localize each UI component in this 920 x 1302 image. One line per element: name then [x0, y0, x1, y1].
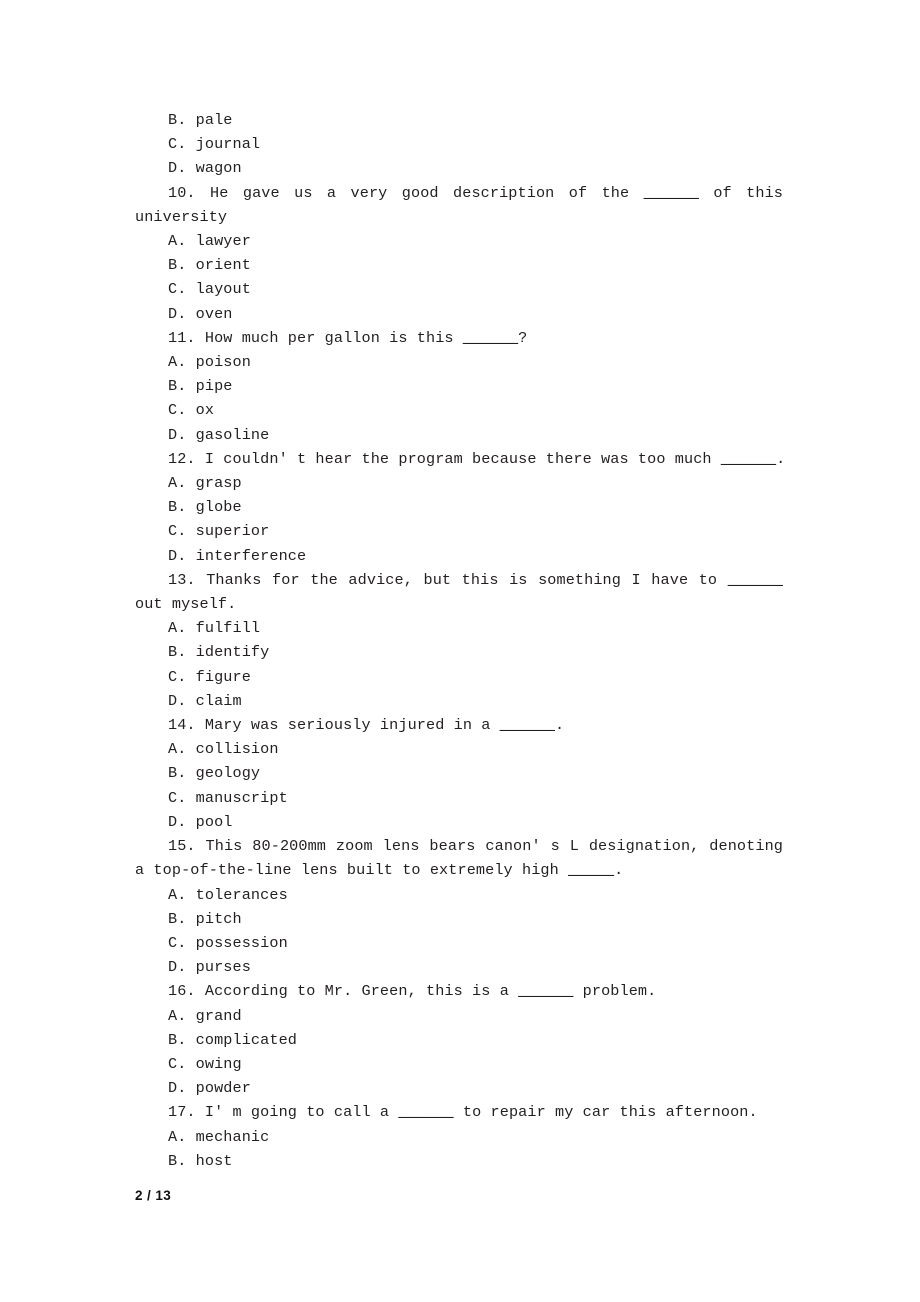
question-text: 15. This 80-200mm zoom lens bears canon'… [135, 837, 783, 880]
answer-blank: ______ [518, 982, 574, 1001]
question-line: 12. I couldn' t hear the program because… [135, 447, 786, 471]
option-line: D. interference [168, 546, 307, 565]
option-line: A. grand [168, 1006, 242, 1025]
answer-blank: ______ [499, 716, 555, 735]
option-line: D. purses [168, 958, 251, 977]
question-text-tail: . [776, 449, 786, 468]
question-line: 10. He gave us a very good description o… [135, 181, 783, 229]
question-text: 17. I' m going to call a [168, 1103, 399, 1122]
option-line: A. lawyer [168, 232, 251, 251]
question-text: 10. He gave us a very good description o… [168, 183, 644, 202]
option-line: D. oven [168, 304, 233, 323]
question-line: 17. I' m going to call a ______ to repai… [135, 1100, 783, 1124]
answer-blank: ______ [462, 328, 519, 347]
option-line: A. poison [168, 353, 251, 372]
option-line: B. orient [168, 256, 251, 275]
question-text: 11. How much per gallon is this [168, 328, 463, 347]
option-line: B. pale [168, 111, 233, 129]
option-line: D. powder [168, 1079, 251, 1098]
option-line: A. tolerances [168, 885, 288, 904]
option-line: D. wagon [168, 159, 242, 178]
option-line: A. mechanic [168, 1127, 270, 1146]
question-text-tail: out myself. [135, 595, 237, 614]
answer-blank: ______ [727, 570, 783, 589]
question-text: 12. I couldn' t hear the program because… [168, 449, 721, 468]
option-line: B. pitch [168, 909, 242, 928]
option-line: C. layout [168, 280, 251, 299]
option-line: A. collision [168, 740, 279, 759]
question-text: 14. Mary was seriously injured in a [168, 716, 500, 735]
answer-blank: ______ [643, 183, 699, 202]
option-line: D. pool [168, 812, 233, 831]
exam-body: B. pale C. journal D. wagon 10. He gave us … [135, 108, 786, 1173]
option-line: B. identify [168, 643, 270, 662]
option-line: C. ox [168, 401, 215, 420]
option-line: C. possession [168, 933, 288, 952]
option-line: B. complicated [168, 1030, 297, 1049]
document-page: B. pale C. journal D. wagon 10. He gave us … [0, 0, 920, 1302]
question-text-tail: ? [518, 328, 528, 347]
answer-blank: _____ [568, 861, 615, 880]
question-line: 13. Thanks for the advice, but this is s… [135, 568, 783, 616]
option-line: D. claim [168, 691, 242, 710]
option-line: B. globe [168, 498, 242, 517]
option-line: C. manuscript [168, 788, 288, 807]
option-line: C. figure [168, 667, 251, 686]
question-text-tail: to repair my car this afternoon. [453, 1103, 758, 1122]
option-line: C. superior [168, 522, 270, 541]
answer-blank: ______ [398, 1103, 454, 1122]
question-text-tail: . [555, 716, 565, 735]
page-number-footer: 2 / 13 [135, 1188, 172, 1203]
option-line: D. gasoline [168, 425, 270, 444]
question-text-tail: . [614, 861, 624, 880]
answer-blank: ______ [720, 449, 777, 468]
option-line: B. geology [168, 764, 261, 783]
option-line: A. fulfill [168, 619, 261, 638]
option-line: B. pipe [168, 377, 233, 396]
question-line: 16. According to Mr. Green, this is a __… [135, 979, 783, 1003]
option-line: C. owing [168, 1054, 242, 1073]
question-text: 13. Thanks for the advice, but this is s… [168, 570, 728, 589]
option-line: B. host [168, 1151, 233, 1170]
question-text: 16. According to Mr. Green, this is a [168, 982, 519, 1001]
question-text-tail: problem. [573, 982, 657, 1001]
question-line: 14. Mary was seriously injured in a ____… [135, 713, 783, 737]
question-line: 11. How much per gallon is this ______? [135, 326, 783, 350]
option-line: C. journal [168, 135, 261, 154]
question-line: 15. This 80-200mm zoom lens bears canon'… [135, 834, 783, 882]
option-line: A. grasp [168, 474, 242, 493]
